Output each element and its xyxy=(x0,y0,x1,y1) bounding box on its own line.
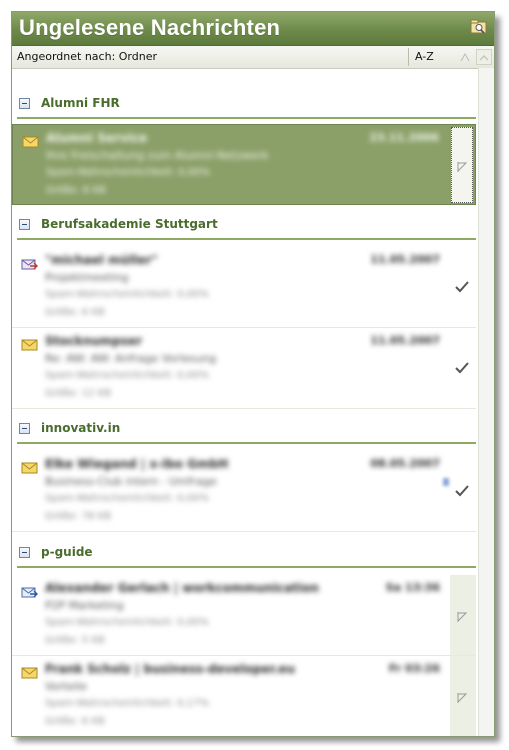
envelope-icon xyxy=(22,136,39,148)
message-subject: Re: AW: AW: Anfrage Vorlesung xyxy=(45,352,217,365)
column-divider xyxy=(408,48,409,66)
envelope-icon xyxy=(21,339,38,351)
message-subject: Business-Club intern - Umfrage xyxy=(45,475,217,488)
message-spam-probability: Spam-Wahrscheinlichkeit: 0,17% xyxy=(45,698,209,709)
message-spam-probability: Spam-Wahrscheinlichkeit: 0,00% xyxy=(45,289,209,300)
message-size: Größe: 8 KB xyxy=(46,185,106,196)
flag-column[interactable] xyxy=(450,575,476,655)
message-list: Alumni FHR Alumni Service 23.11.2006 Ihr… xyxy=(12,69,476,736)
message-date: 08.05.2007 xyxy=(370,457,440,470)
folder-search-icon[interactable] xyxy=(470,19,488,36)
collapse-toggle-icon[interactable] xyxy=(19,219,30,230)
message-subject: P2P Marketing xyxy=(45,599,124,612)
message-sender: Stocknumpser xyxy=(45,334,143,348)
group-name: Berufsakademie Stuttgart xyxy=(41,217,218,231)
message-sender: Frank Scholz | business-developer.eu xyxy=(45,662,296,676)
envelope-icon xyxy=(21,462,38,474)
group-divider xyxy=(17,117,476,119)
scroll-up-arrow-icon xyxy=(479,55,489,61)
group-header-innovativ-in[interactable]: innovativ.in xyxy=(12,413,476,449)
group-divider xyxy=(17,238,476,240)
message-size: Größe: 5 KB xyxy=(45,635,105,646)
arrange-by-label[interactable]: Angeordnet nach: Ordner xyxy=(17,50,157,63)
message-date: Fr 03:26 xyxy=(388,662,440,675)
message-item[interactable]: Elke Wiegand | x-ibo GmbH 08.05.2007 Bus… xyxy=(12,451,476,532)
message-subject: Vorteile xyxy=(45,680,87,693)
flag-icon[interactable] xyxy=(456,692,468,704)
message-size: Größe: 12 KB xyxy=(45,388,112,399)
sort-ascending-icon[interactable] xyxy=(460,52,470,62)
flag-column[interactable] xyxy=(451,127,473,203)
message-size: Größe: 78 KB xyxy=(45,511,112,522)
collapse-toggle-icon[interactable] xyxy=(19,423,30,434)
unread-mail-window: Ungelesene Nachrichten Angeordnet nach: … xyxy=(11,11,495,737)
group-header-berufsakademie-stuttgart[interactable]: Berufsakademie Stuttgart xyxy=(12,209,476,245)
group-header-p-guide[interactable]: p-guide xyxy=(12,537,476,573)
message-item-selected[interactable]: Alumni Service 23.11.2006 Ihre Freischal… xyxy=(12,124,476,205)
message-spam-probability: Spam-Wahrscheinlichkeit: 0,00% xyxy=(45,370,209,381)
message-spam-probability: Spam-Wahrscheinlichkeit: 0,00% xyxy=(45,493,209,504)
message-size: Größe: 6 KB xyxy=(45,716,105,727)
sort-order-button[interactable]: A-Z xyxy=(415,50,434,63)
message-sender: "michael müller" xyxy=(45,253,158,267)
message-item[interactable]: "michael müller" 11.05.2007 Projektmeeti… xyxy=(12,247,476,328)
scroll-up-button[interactable] xyxy=(476,49,492,65)
checkmark-icon[interactable] xyxy=(454,280,470,294)
flag-icon[interactable] xyxy=(456,161,468,173)
group-name: p-guide xyxy=(41,545,93,559)
forwarded-mail-icon xyxy=(21,587,38,598)
message-date: 11.05.2007 xyxy=(370,334,440,347)
checkmark-icon[interactable] xyxy=(454,484,470,498)
forwarded-mail-icon xyxy=(21,259,38,270)
message-item[interactable]: Frank Scholz | business-developer.eu Fr … xyxy=(12,656,476,736)
group-header-alumni-fhr[interactable]: Alumni FHR xyxy=(12,88,476,124)
group-name: innovativ.in xyxy=(41,421,121,435)
message-item[interactable]: Stocknumpser 11.05.2007 Re: AW: AW: Anfr… xyxy=(12,328,476,409)
message-subject: Ihre Freischaltung zum Alumni-Netzwerk xyxy=(46,149,269,162)
group-divider xyxy=(17,442,476,444)
arrange-by-bar[interactable]: Angeordnet nach: Ordner A-Z xyxy=(12,46,494,69)
envelope-icon xyxy=(21,667,38,679)
flag-icon[interactable] xyxy=(456,611,468,623)
group-divider xyxy=(17,566,476,568)
message-date: Sa 13:36 xyxy=(385,581,440,594)
message-spam-probability: Spam-Wahrscheinlichkeit: 0,00% xyxy=(45,617,209,628)
collapse-toggle-icon[interactable] xyxy=(19,98,30,109)
message-date: 23.11.2006 xyxy=(369,131,439,144)
message-subject: Projektmeeting xyxy=(45,271,129,284)
message-size: Größe: 6 KB xyxy=(45,307,105,318)
reminder-bell-icon xyxy=(443,478,449,486)
window-title: Ungelesene Nachrichten xyxy=(19,15,281,40)
collapse-toggle-icon[interactable] xyxy=(19,547,30,558)
message-item[interactable]: Alexander Gerlach | workcommunication Sa… xyxy=(12,575,476,656)
message-sender: Alumni Service xyxy=(46,131,148,145)
message-sender: Elke Wiegand | x-ibo GmbH xyxy=(45,457,229,471)
message-date: 11.05.2007 xyxy=(370,253,440,266)
scrollbar-track[interactable] xyxy=(478,68,494,736)
message-sender: Alexander Gerlach | workcommunication xyxy=(45,581,319,595)
flag-column[interactable] xyxy=(450,656,476,736)
checkmark-icon[interactable] xyxy=(454,361,470,375)
message-spam-probability: Spam-Wahrscheinlichkeit: 0,00% xyxy=(46,167,210,178)
title-bar: Ungelesene Nachrichten xyxy=(12,12,494,46)
group-name: Alumni FHR xyxy=(41,96,120,110)
